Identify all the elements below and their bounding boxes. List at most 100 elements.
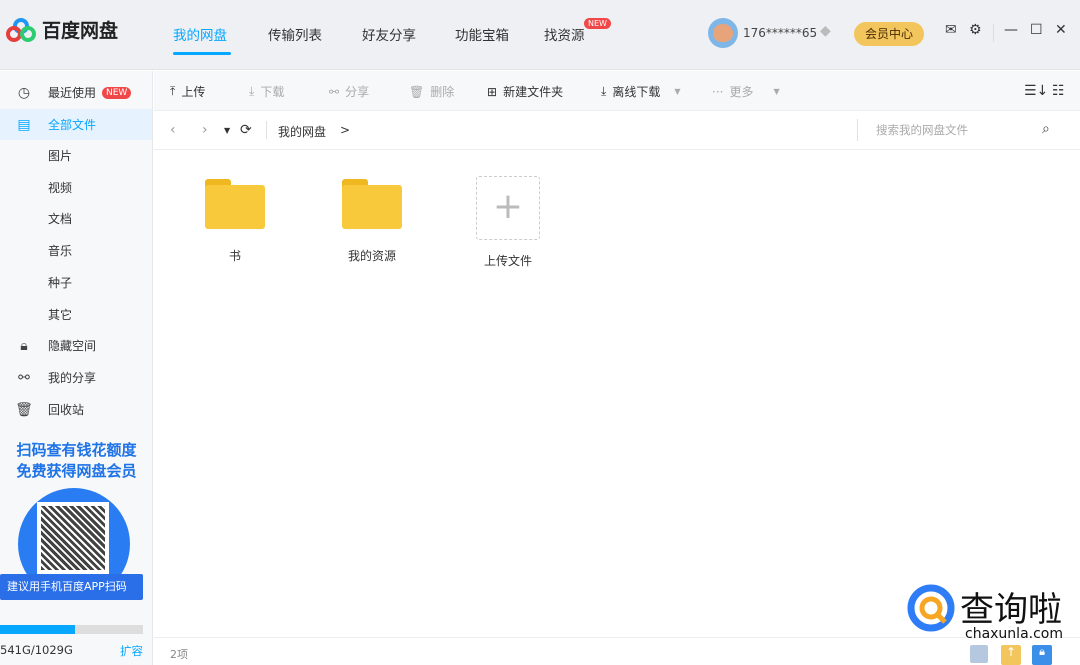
close-button[interactable]: ✕ xyxy=(1055,22,1067,38)
title-bar: 百度网盘 我的网盘 传输列表 好友分享 功能宝箱 找资源 NEW 176****… xyxy=(0,0,1080,70)
more-button[interactable]: ··· 更多 ▼ xyxy=(712,83,780,100)
sidebar-item-label: 其它 xyxy=(48,308,73,322)
watermark-title: 查询啦 xyxy=(960,590,1062,630)
upload-button[interactable]: ⤒ 上传 xyxy=(170,83,205,100)
share-label: 分享 xyxy=(345,85,370,99)
sidebar-item-label: 音乐 xyxy=(48,244,73,258)
sidebar-item-recent[interactable]: ◷ 最近使用 NEW xyxy=(0,77,152,108)
sidebar-item-label: 图片 xyxy=(48,149,73,163)
history-dropdown[interactable]: ▼ xyxy=(224,126,230,135)
forward-button[interactable]: › xyxy=(202,122,208,138)
new-folder-icon: ⊞ xyxy=(487,84,498,99)
back-button[interactable]: ‹ xyxy=(170,122,176,138)
tab-my-disk[interactable]: 我的网盘 xyxy=(173,24,227,44)
download-icon: ⤓ xyxy=(249,84,255,98)
promo-line1: 扫码查有钱花额度 xyxy=(16,441,137,459)
sidebar-item-images[interactable]: 图片 xyxy=(0,140,152,171)
tab-friend-share[interactable]: 好友分享 xyxy=(362,24,416,44)
lock-icon[interactable]: 🔒︎ xyxy=(1032,645,1052,665)
search-input[interactable]: 搜索我的网盘文件 xyxy=(857,119,1067,141)
clock-icon: ◷ xyxy=(17,84,31,101)
chevron-down-icon: ▼ xyxy=(674,87,681,96)
new-badge: NEW xyxy=(584,18,611,29)
magnifier-logo-icon xyxy=(907,584,955,632)
watermark-url: chaxunla.com xyxy=(965,626,1063,642)
tab-find-resources[interactable]: 找资源 xyxy=(544,24,585,44)
toolbar: ⤒ 上传 ⤓ 下载 ⚯ 分享 🗑︎ 删除 ⊞ 新建文件夹 ⤓ 离线下载 ▼ ··· 更多 ▼ ☰↓… xyxy=(154,71,1080,111)
avatar[interactable] xyxy=(708,18,738,48)
upload-file-tile[interactable]: + 上传文件 xyxy=(463,176,553,269)
file-item[interactable]: 书 xyxy=(190,175,280,264)
sidebar-item-videos[interactable]: 视频 xyxy=(0,172,152,203)
sidebar-item-recycle-bin[interactable]: 🗑︎ 回收站 xyxy=(0,394,152,425)
vip-center-button[interactable]: 会员中心 xyxy=(854,22,924,46)
more-label: 更多 xyxy=(729,85,754,99)
delete-button[interactable]: 🗑︎ 删除 xyxy=(409,83,454,100)
upload-file-label: 上传文件 xyxy=(483,254,532,268)
sidebar-item-docs[interactable]: 文档 xyxy=(0,203,152,234)
file-item[interactable]: 我的资源 xyxy=(327,175,417,264)
offline-download-label: 离线下载 xyxy=(612,85,661,99)
lock-icon: 🔒︎ xyxy=(20,337,28,354)
app-logo: 百度网盘 xyxy=(6,16,118,43)
tab-transfers[interactable]: 传输列表 xyxy=(268,24,322,44)
status-bar: 2项 xyxy=(154,637,1080,665)
expand-storage-link[interactable]: 扩容 xyxy=(120,643,143,659)
folder-icon xyxy=(342,175,402,229)
apps-icon[interactable] xyxy=(970,645,988,663)
search-icon[interactable]: ⌕ xyxy=(1042,121,1050,137)
download-label: 下载 xyxy=(260,85,285,99)
new-folder-label: 新建文件夹 xyxy=(503,85,564,99)
list-icon: ☷ xyxy=(1052,83,1065,99)
sidebar-item-label: 种子 xyxy=(48,276,73,290)
sidebar-item-label: 我的分享 xyxy=(48,371,97,385)
sidebar-item-all-files[interactable]: ▤ 全部文件 xyxy=(0,109,152,140)
list-view-button[interactable]: ☷ xyxy=(1052,83,1065,99)
sidebar-item-other[interactable]: 其它 xyxy=(0,299,152,330)
storage-bar-fill xyxy=(0,625,76,634)
tab-toolbox[interactable]: 功能宝箱 xyxy=(455,24,509,44)
sidebar-item-label: 视频 xyxy=(48,181,73,195)
mail-icon[interactable]: ✉ xyxy=(945,22,957,38)
maximize-button[interactable]: ☐ xyxy=(1030,22,1043,38)
divider xyxy=(266,121,267,139)
baidu-cloud-icon xyxy=(6,17,36,42)
promo-scan-hint: 建议用手机百度APP扫码 xyxy=(0,574,143,600)
download-button[interactable]: ⤓ 下载 xyxy=(249,83,284,100)
offline-download-button[interactable]: ⤓ 离线下载 ▼ xyxy=(601,83,680,100)
new-folder-button[interactable]: ⊞ 新建文件夹 xyxy=(487,83,563,100)
item-count: 2项 xyxy=(170,648,188,661)
upload-status-icon[interactable]: ↑ xyxy=(1001,645,1021,665)
breadcrumb-separator: > xyxy=(340,123,351,137)
new-badge: NEW xyxy=(102,86,132,99)
promo-line2: 免费获得网盘会员 xyxy=(16,462,137,480)
sort-button[interactable]: ☰↓ xyxy=(1024,83,1048,99)
share-button[interactable]: ⚯ 分享 xyxy=(329,83,369,100)
chevron-down-icon: ▼ xyxy=(773,87,780,96)
delete-label: 删除 xyxy=(430,85,455,99)
trash-icon: 🗑︎ xyxy=(15,401,33,418)
minimize-button[interactable]: — xyxy=(1004,22,1018,38)
sidebar-item-my-shares[interactable]: ⚯ 我的分享 xyxy=(0,362,152,393)
divider xyxy=(993,24,994,42)
upload-icon: ⤒ xyxy=(170,84,176,98)
sidebar-item-hidden-space[interactable]: 🔒︎ 隐藏空间 xyxy=(0,330,152,361)
refresh-button[interactable]: ⟳ xyxy=(240,122,252,138)
diamond-icon[interactable]: ◆ xyxy=(820,23,831,39)
more-icon: ··· xyxy=(712,84,724,99)
settings-icon[interactable]: ⚙ xyxy=(969,22,982,38)
file-icon: ▤ xyxy=(17,116,31,133)
file-name: 我的资源 xyxy=(347,249,396,263)
sidebar-item-torrents[interactable]: 种子 xyxy=(0,267,152,298)
storage-bar xyxy=(0,625,143,634)
username[interactable]: 176******65 xyxy=(743,26,817,40)
promo-banner[interactable]: 扫码查有钱花额度 免费获得网盘会员 建议用手机百度APP扫码 xyxy=(0,440,153,605)
active-tab-indicator xyxy=(173,52,231,55)
sidebar-item-label: 最近使用 xyxy=(48,86,97,100)
download-icon: ⤓ xyxy=(601,84,607,98)
storage-text: 541G/1029G xyxy=(0,643,73,657)
sort-icon: ☰↓ xyxy=(1024,83,1049,99)
sidebar-item-label: 全部文件 xyxy=(48,118,97,132)
sidebar-item-music[interactable]: 音乐 xyxy=(0,235,152,266)
breadcrumb-root[interactable]: 我的网盘 xyxy=(278,123,326,140)
